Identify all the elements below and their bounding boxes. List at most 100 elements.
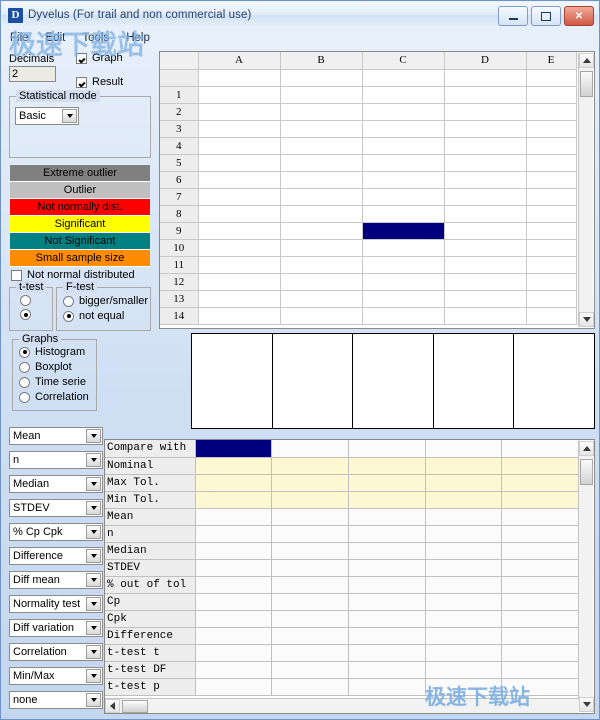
spreadsheet-cell[interactable] <box>280 137 363 155</box>
row-header[interactable]: 6 <box>160 171 199 189</box>
statistical-mode-select[interactable]: Basic <box>15 107 79 125</box>
data-spreadsheet[interactable]: A B C D E 1 2 3 4 5 6 7 8 9 10 11 12 13 14 <box>159 51 595 329</box>
graph-option-correlation[interactable]: Correlation <box>19 391 89 403</box>
results-cell[interactable] <box>195 678 273 696</box>
row-header[interactable]: 11 <box>160 256 199 274</box>
spreadsheet-cell[interactable] <box>444 120 527 138</box>
graph-option-histogram[interactable]: Histogram <box>19 346 89 358</box>
graph-option-boxplot[interactable]: Boxplot <box>19 361 89 373</box>
results-cell[interactable] <box>271 525 349 543</box>
results-cell[interactable] <box>501 508 579 526</box>
results-cell[interactable] <box>195 525 273 543</box>
spreadsheet-cell[interactable] <box>444 222 527 240</box>
results-cell[interactable] <box>348 678 426 696</box>
results-cell[interactable] <box>501 474 579 492</box>
spreadsheet-cell[interactable] <box>526 256 577 274</box>
spreadsheet-cell[interactable] <box>362 290 445 308</box>
chevron-down-icon[interactable] <box>86 693 101 707</box>
spreadsheet-cell[interactable] <box>280 256 363 274</box>
spreadsheet-cell[interactable] <box>198 171 281 189</box>
spreadsheet-cell[interactable] <box>280 69 363 87</box>
spreadsheet-cell[interactable] <box>526 290 577 308</box>
spreadsheet-cell[interactable] <box>362 307 445 325</box>
results-cell[interactable] <box>195 542 273 560</box>
spreadsheet-cell[interactable] <box>362 86 445 104</box>
minimize-button[interactable] <box>498 6 528 26</box>
row-header[interactable]: 8 <box>160 205 199 223</box>
results-row-label[interactable]: Mean <box>105 508 196 526</box>
spreadsheet-cell[interactable] <box>526 154 577 172</box>
results-row-label[interactable]: Nominal <box>105 457 196 475</box>
results-cell[interactable] <box>425 678 503 696</box>
scroll-thumb[interactable] <box>122 699 148 713</box>
spreadsheet-vertical-scrollbar[interactable] <box>578 53 594 327</box>
results-cell[interactable] <box>425 559 503 577</box>
results-horizontal-scrollbar[interactable] <box>105 698 579 713</box>
close-button[interactable]: ✕ <box>564 6 594 26</box>
results-cell[interactable] <box>348 440 426 458</box>
statistic-select-diff-mean[interactable]: Diff mean <box>9 571 103 589</box>
results-cell[interactable] <box>501 593 579 611</box>
spreadsheet-cell[interactable] <box>280 103 363 121</box>
results-row-label[interactable]: t-test p <box>105 678 196 696</box>
row-header[interactable]: 10 <box>160 239 199 257</box>
results-vertical-scrollbar[interactable] <box>578 441 594 712</box>
results-row-label[interactable]: Min Tol. <box>105 491 196 509</box>
row-header[interactable]: 3 <box>160 120 199 138</box>
spreadsheet-cell[interactable] <box>526 239 577 257</box>
results-cell[interactable] <box>271 678 349 696</box>
results-cell[interactable] <box>425 576 503 594</box>
not-normal-distributed-checkbox[interactable]: Not normal distributed <box>11 269 135 281</box>
results-cell[interactable] <box>348 576 426 594</box>
spreadsheet-cell[interactable] <box>526 103 577 121</box>
spreadsheet-cell[interactable] <box>362 103 445 121</box>
results-cell[interactable] <box>271 661 349 679</box>
graph-option-time-serie[interactable]: Time serie <box>19 376 89 388</box>
ftest-option-not-equal[interactable]: not equal <box>63 310 148 322</box>
chevron-down-icon[interactable] <box>86 429 101 443</box>
results-cell[interactable] <box>195 474 273 492</box>
spreadsheet-cell[interactable] <box>444 307 527 325</box>
results-cell[interactable] <box>501 440 579 458</box>
chevron-down-icon[interactable] <box>86 573 101 587</box>
spreadsheet-cell[interactable] <box>526 205 577 223</box>
results-cell[interactable] <box>425 525 503 543</box>
spreadsheet-cell[interactable] <box>362 137 445 155</box>
spreadsheet-cell[interactable] <box>280 273 363 291</box>
results-cell[interactable] <box>271 508 349 526</box>
results-cell[interactable] <box>425 508 503 526</box>
menu-item-file[interactable]: File <box>10 32 29 44</box>
results-cell[interactable] <box>195 627 273 645</box>
row-header[interactable]: 12 <box>160 273 199 291</box>
spreadsheet-cell[interactable] <box>362 273 445 291</box>
spreadsheet-cell[interactable] <box>362 154 445 172</box>
spreadsheet-cell[interactable] <box>444 239 527 257</box>
column-header-D[interactable]: D <box>444 52 527 70</box>
results-cell[interactable] <box>348 627 426 645</box>
results-cell[interactable] <box>348 644 426 662</box>
spreadsheet-cell[interactable] <box>444 103 527 121</box>
menu-item-tools[interactable]: Tools <box>82 32 109 44</box>
results-cell[interactable] <box>501 610 579 628</box>
spreadsheet-cell[interactable] <box>362 171 445 189</box>
spreadsheet-cell[interactable] <box>198 188 281 206</box>
results-grid[interactable]: Compare with Nominal Max Tol. Min Tol. Mean n… <box>104 439 595 714</box>
results-row-label[interactable]: n <box>105 525 196 543</box>
chevron-down-icon[interactable] <box>86 669 101 683</box>
row-header[interactable]: 14 <box>160 307 199 325</box>
results-cell[interactable] <box>271 593 349 611</box>
graph-display-panel[interactable] <box>191 333 595 429</box>
row-header[interactable]: 4 <box>160 137 199 155</box>
spreadsheet-cell[interactable] <box>198 222 281 240</box>
spreadsheet-cell[interactable] <box>444 86 527 104</box>
results-cell[interactable] <box>425 440 503 458</box>
scroll-thumb[interactable] <box>580 459 593 485</box>
spreadsheet-cell[interactable] <box>444 154 527 172</box>
results-cell[interactable] <box>348 661 426 679</box>
results-cell[interactable] <box>501 559 579 577</box>
chevron-down-icon[interactable] <box>86 525 101 539</box>
results-cell[interactable] <box>348 457 426 475</box>
results-cell[interactable] <box>425 661 503 679</box>
spreadsheet-cell[interactable] <box>444 205 527 223</box>
chevron-down-icon[interactable] <box>86 477 101 491</box>
